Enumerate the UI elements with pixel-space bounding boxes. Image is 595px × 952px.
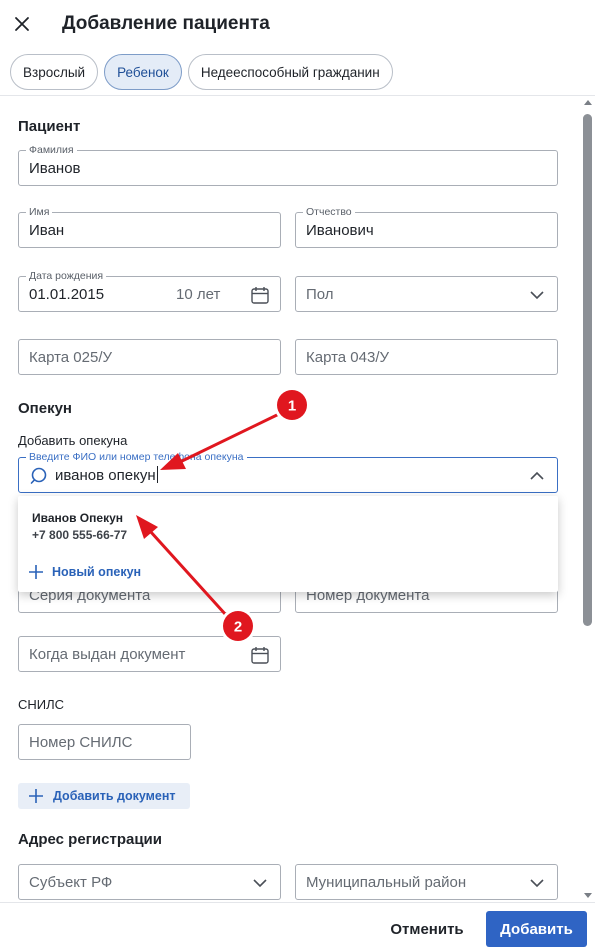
guardian-search-label: Введите ФИО или номер телефона опекуна [26,451,247,463]
annotation-number-2: 2 [234,619,242,636]
scroll-thumb[interactable] [583,114,592,626]
last-name-field[interactable]: Фамилия Иванов [18,144,558,186]
chevron-up-icon[interactable] [529,469,545,483]
chevron-down-icon [529,876,545,890]
birth-date-label: Дата рождения [26,270,107,282]
scroll-up-arrow[interactable] [584,100,592,105]
section-title-guardian: Опекун [18,400,72,417]
card-025-field[interactable]: Карта 025/У [18,339,281,375]
new-guardian-label: Новый опекун [52,565,142,579]
card-043-placeholder: Карта 043/У [306,349,390,366]
scrollbar[interactable] [581,96,595,902]
dialog-footer: Отменить Добавить [0,902,595,952]
section-title-address: Адрес регистрации [18,831,163,848]
scroll-down-arrow[interactable] [584,893,592,898]
snils-label: СНИЛС [18,697,65,712]
snils-placeholder: Номер СНИЛС [29,734,133,751]
tab-adult[interactable]: Взрослый [10,54,99,90]
chevron-down-icon [529,288,545,302]
dialog-title: Добавление пациента [62,13,270,34]
header-divider [0,95,595,96]
region-placeholder: Субъект РФ [29,874,113,891]
patronymic-field[interactable]: Отчество Иванович [295,206,558,248]
add-document-label: Добавить документ [53,789,176,803]
add-guardian-label: Добавить опекуна [18,433,128,448]
age-value: 10 лет [176,286,221,303]
snils-field[interactable]: Номер СНИЛС [18,724,191,760]
calendar-icon[interactable] [250,285,270,305]
search-icon [30,466,50,486]
plus-icon [29,789,43,803]
chevron-down-icon [252,876,268,890]
doc-issued-field[interactable]: Когда выдан документ [18,636,281,672]
region-select[interactable]: Субъект РФ [18,864,281,900]
guardian-search-value: иванов опекун [55,467,156,484]
first-name-label: Имя [26,206,53,218]
gender-select[interactable]: Пол [295,276,558,312]
cancel-button[interactable]: Отменить [378,911,476,947]
text-cursor [156,466,158,483]
patronymic-label: Отчество [303,206,355,218]
patronymic-value: Иванович [306,222,374,239]
birth-date-field[interactable]: Дата рождения 01.01.2015 10 лет [18,270,281,312]
calendar-icon[interactable] [250,645,270,665]
guardian-result-phone: +7 800 555-66-77 [32,528,128,542]
new-guardian-button[interactable]: Новый опекун [28,564,141,580]
first-name-value: Иван [29,222,65,239]
section-title-patient: Пациент [18,118,81,135]
gender-placeholder: Пол [306,286,334,303]
district-placeholder: Муниципальный район [306,874,467,891]
annotation-number-1: 1 [288,398,296,415]
add-document-button[interactable]: Добавить документ [18,783,190,809]
first-name-field[interactable]: Имя Иван [18,206,281,248]
dialog-header: Добавление пациента [0,0,595,50]
close-icon[interactable] [12,14,32,34]
tab-incapacitated[interactable]: Недееспособный гражданин [187,54,393,90]
guardian-dropdown: Иванов Опекун +7 800 555-66-77 Новый опе… [18,496,558,592]
annotation-badge-1: 1 [274,387,310,423]
card-025-placeholder: Карта 025/У [29,349,113,366]
add-button[interactable]: Добавить [486,911,587,947]
patient-type-tabs: Взрослый Ребенок Недееспособный граждани… [10,54,393,90]
last-name-label: Фамилия [26,144,77,156]
card-043-field[interactable]: Карта 043/У [295,339,558,375]
district-select[interactable]: Муниципальный район [295,864,558,900]
guardian-result-name: Иванов Опекун [32,511,123,525]
tab-child[interactable]: Ребенок [104,54,182,90]
plus-icon [29,565,43,579]
last-name-value: Иванов [29,160,81,177]
doc-issued-placeholder: Когда выдан документ [29,646,186,663]
guardian-search-input[interactable]: Введите ФИО или номер телефона опекуна и… [18,451,558,493]
birth-date-value: 01.01.2015 [29,286,105,303]
